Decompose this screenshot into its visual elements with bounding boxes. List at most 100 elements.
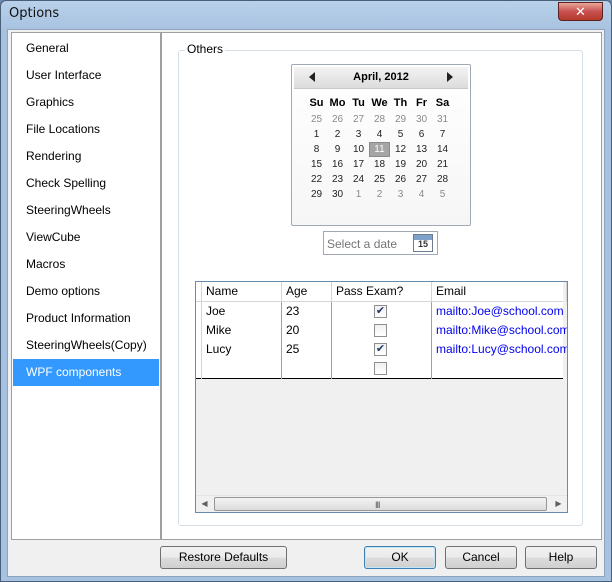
date-picker-input[interactable]: [327, 236, 407, 252]
pass-exam-checkbox[interactable]: [374, 362, 387, 375]
calendar-day[interactable]: 1: [348, 187, 369, 202]
calendar-day[interactable]: 26: [390, 172, 411, 187]
scroll-left-arrow-icon[interactable]: ◀: [196, 496, 213, 512]
calendar-header: April, 2012: [294, 67, 468, 89]
table-row[interactable]: Lucy 25 ✔ mailto:Lucy@school.com: [196, 340, 567, 360]
name-cell[interactable]: Lucy: [202, 340, 282, 360]
calendar-day[interactable]: 21: [432, 157, 453, 172]
email-link[interactable]: mailto:Lucy@school.com: [436, 342, 567, 356]
calendar-day[interactable]: 14: [432, 142, 453, 157]
new-item-row[interactable]: [196, 359, 563, 379]
calendar-day[interactable]: 11: [369, 142, 390, 157]
calendar-day[interactable]: 30: [327, 187, 348, 202]
calendar-day[interactable]: 5: [390, 127, 411, 142]
calendar-day[interactable]: 20: [411, 157, 432, 172]
calendar-days: 25 26 27 28 29 30 31 1 2 3 4 5 6 7 8 9 10 11 12 13 14 15 16 17 1…: [306, 112, 456, 202]
calendar-day[interactable]: 29: [390, 112, 411, 127]
calendar-day[interactable]: 31: [432, 112, 453, 127]
calendar-day[interactable]: 5: [432, 187, 453, 202]
calendar-day[interactable]: 19: [390, 157, 411, 172]
age-cell[interactable]: [282, 359, 332, 379]
pass-exam-checkbox[interactable]: [374, 324, 387, 337]
age-cell[interactable]: 23: [282, 302, 332, 322]
restore-defaults-button[interactable]: Restore Defaults: [160, 546, 287, 569]
sidebar-item-user-interface[interactable]: User Interface: [13, 62, 159, 89]
cancel-button[interactable]: Cancel: [445, 546, 517, 569]
calendar-day[interactable]: 18: [369, 157, 390, 172]
sidebar-item-product-information[interactable]: Product Information: [13, 305, 159, 332]
horizontal-scrollbar[interactable]: ◀ III ▶: [196, 495, 567, 512]
day-of-week-label: Mo: [329, 97, 346, 109]
calendar-day[interactable]: 2: [369, 187, 390, 202]
calendar-day[interactable]: 3: [390, 187, 411, 202]
sidebar-item-file-locations[interactable]: File Locations: [13, 116, 159, 143]
calendar-icon[interactable]: 15: [413, 234, 433, 252]
calendar-day[interactable]: 26: [327, 112, 348, 127]
calendar-day[interactable]: 27: [411, 172, 432, 187]
email-cell: [432, 359, 567, 379]
calendar-day[interactable]: 17: [348, 157, 369, 172]
calendar-grid: Su Mo Tu We Th Fr Sa 25 26 27 28 29 30 31 1 2 3 4 5 6 7 8 9 10…: [306, 95, 456, 202]
pass-exam-checkbox[interactable]: ✔: [374, 343, 387, 356]
calendar-day[interactable]: 23: [327, 172, 348, 187]
calendar-day[interactable]: 28: [369, 112, 390, 127]
sidebar-item-viewcube[interactable]: ViewCube: [13, 224, 159, 251]
email-link[interactable]: mailto:Mike@school.com: [436, 323, 567, 337]
scrollbar-thumb[interactable]: III: [214, 497, 547, 511]
calendar-day[interactable]: 10: [348, 142, 369, 157]
column-header-email[interactable]: Email: [432, 282, 567, 302]
calendar-month-label[interactable]: April, 2012: [334, 71, 428, 83]
title-bar[interactable]: Options ✕: [1, 1, 611, 29]
calendar-day[interactable]: 22: [306, 172, 327, 187]
email-link[interactable]: mailto:Joe@school.com: [436, 304, 564, 318]
sidebar-item-demo-options[interactable]: Demo options: [13, 278, 159, 305]
sidebar-item-wpf-components[interactable]: WPF components: [13, 359, 159, 386]
table-row[interactable]: Mike 20 mailto:Mike@school.com: [196, 321, 567, 341]
calendar-day[interactable]: 6: [411, 127, 432, 142]
calendar-day[interactable]: 16: [327, 157, 348, 172]
calendar-day[interactable]: 7: [432, 127, 453, 142]
sidebar-item-macros[interactable]: Macros: [13, 251, 159, 278]
calendar-day[interactable]: 30: [411, 112, 432, 127]
calendar-day[interactable]: 1: [306, 127, 327, 142]
prev-month-arrow-icon[interactable]: [309, 72, 315, 82]
calendar-day[interactable]: 27: [348, 112, 369, 127]
calendar-day[interactable]: 2: [327, 127, 348, 142]
scroll-right-arrow-icon[interactable]: ▶: [550, 496, 567, 512]
calendar-day[interactable]: 9: [327, 142, 348, 157]
calendar-day[interactable]: 12: [390, 142, 411, 157]
calendar-day[interactable]: 25: [306, 112, 327, 127]
close-button[interactable]: ✕: [558, 2, 603, 21]
pass-exam-checkbox[interactable]: ✔: [374, 305, 387, 318]
calendar-day[interactable]: 4: [369, 127, 390, 142]
age-cell[interactable]: 20: [282, 321, 332, 341]
column-header-pass-exam[interactable]: Pass Exam?: [332, 282, 432, 302]
name-cell[interactable]: [202, 359, 282, 379]
sidebar-item-graphics[interactable]: Graphics: [13, 89, 159, 116]
calendar-day[interactable]: 4: [411, 187, 432, 202]
sidebar-item-steeringwheels[interactable]: SteeringWheels: [13, 197, 159, 224]
calendar-day[interactable]: 15: [306, 157, 327, 172]
help-button[interactable]: Help: [525, 546, 597, 569]
calendar-day[interactable]: 28: [432, 172, 453, 187]
options-category-list: General User Interface Graphics File Locati…: [11, 32, 161, 540]
next-month-arrow-icon[interactable]: [447, 72, 453, 82]
calendar-day[interactable]: 13: [411, 142, 432, 157]
calendar-day[interactable]: 3: [348, 127, 369, 142]
sidebar-item-check-spelling[interactable]: Check Spelling: [13, 170, 159, 197]
sidebar-item-steeringwheels-copy[interactable]: SteeringWheels(Copy): [13, 332, 159, 359]
table-row[interactable]: Joe 23 ✔ mailto:Joe@school.com: [196, 302, 564, 322]
name-cell[interactable]: Mike: [202, 321, 282, 341]
ok-button[interactable]: OK: [364, 546, 436, 569]
calendar-day[interactable]: 25: [369, 172, 390, 187]
name-cell[interactable]: Joe: [202, 302, 282, 322]
calendar-day[interactable]: 29: [306, 187, 327, 202]
sidebar-item-general[interactable]: General: [13, 35, 159, 62]
calendar-day[interactable]: 24: [348, 172, 369, 187]
calendar-day[interactable]: 8: [306, 142, 327, 157]
column-header-name[interactable]: Name: [202, 282, 282, 302]
column-header-age[interactable]: Age: [282, 282, 332, 302]
day-of-week-row: Su Mo Tu We Th Fr Sa: [306, 95, 456, 112]
age-cell[interactable]: 25: [282, 340, 332, 360]
sidebar-item-rendering[interactable]: Rendering: [13, 143, 159, 170]
